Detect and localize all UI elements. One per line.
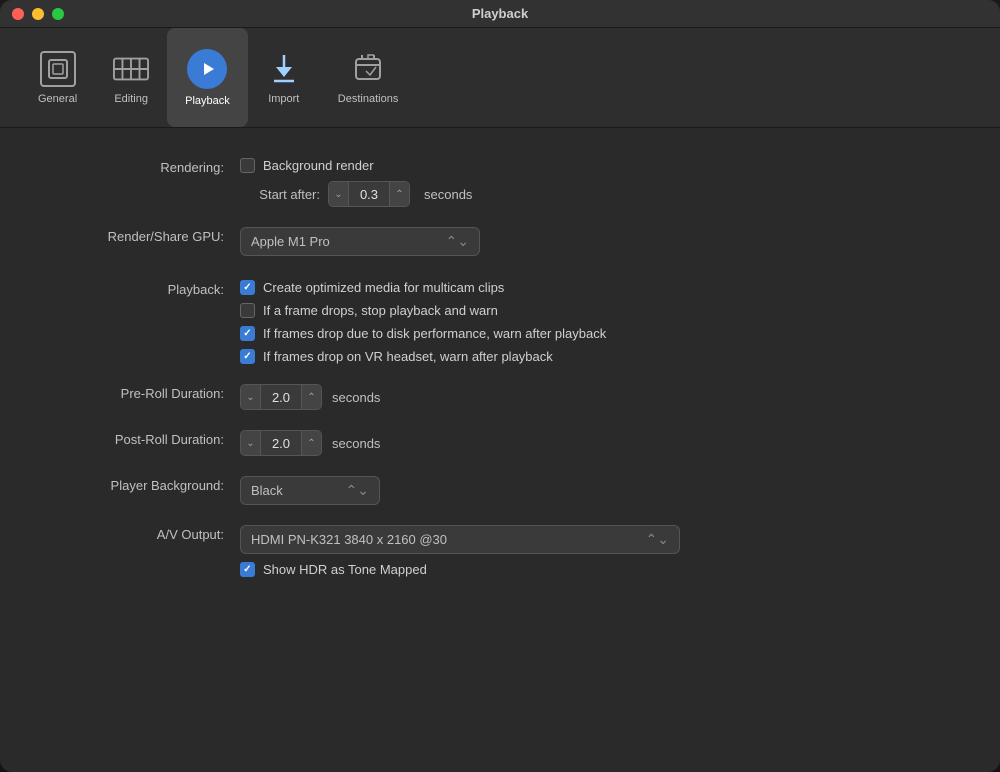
playback-control: Create optimized media for multicam clip… [240, 280, 606, 364]
vr-headset-label: If frames drop on VR headset, warn after… [263, 349, 553, 364]
rendering-seconds-label: seconds [424, 187, 472, 202]
rendering-control: Background render Start after: ⌄ 0.3 ⌃ s… [240, 158, 472, 207]
content-area: Rendering: Background render Start after… [0, 128, 1000, 772]
rendering-row: Rendering: Background render Start after… [40, 158, 960, 207]
post-roll-label: Post-Roll Duration: [40, 430, 240, 447]
import-icon [266, 51, 302, 87]
frame-drop-checkbox[interactable] [240, 303, 255, 318]
toolbar-item-import[interactable]: Import [248, 28, 320, 127]
playback-option-2: If frames drop due to disk performance, … [240, 326, 606, 341]
minimize-button[interactable] [32, 8, 44, 20]
av-output-row: A/V Output: HDMI PN-K321 3840 x 2160 @30… [40, 525, 960, 577]
toolbar-item-editing[interactable]: Editing [95, 28, 167, 127]
playback-icon [187, 49, 227, 89]
background-render-row: Background render [240, 158, 472, 173]
av-output-control: HDMI PN-K321 3840 x 2160 @30 ⌃⌄ Show HDR… [240, 525, 680, 577]
destinations-label: Destinations [338, 93, 399, 105]
import-label: Import [268, 93, 299, 105]
post-roll-row: Post-Roll Duration: ⌄ 2.0 ⌃ seconds [40, 430, 960, 456]
editing-label: Editing [114, 93, 148, 105]
player-background-arrow: ⌃⌄ [346, 482, 369, 499]
pre-roll-stepper-row: ⌄ 2.0 ⌃ seconds [240, 384, 380, 410]
post-roll-stepper[interactable]: ⌄ 2.0 ⌃ [240, 430, 322, 456]
gpu-label: Render/Share GPU: [40, 227, 240, 244]
playback-option-1: If a frame drops, stop playback and warn [240, 303, 606, 318]
playback-row: Playback: Create optimized media for mul… [40, 280, 960, 364]
start-after-row: Start after: ⌄ 0.3 ⌃ seconds [240, 181, 472, 207]
av-output-arrow: ⌃⌄ [646, 531, 669, 548]
toolbar: General Editing Playback [0, 28, 1000, 128]
multicam-label: Create optimized media for multicam clip… [263, 280, 504, 295]
post-roll-stepper-row: ⌄ 2.0 ⌃ seconds [240, 430, 380, 456]
start-after-stepper[interactable]: ⌄ 0.3 ⌃ [328, 181, 410, 207]
pre-roll-down-btn[interactable]: ⌄ [241, 385, 261, 409]
maximize-button[interactable] [52, 8, 64, 20]
playback-option-3: If frames drop on VR headset, warn after… [240, 349, 606, 364]
gpu-dropdown-arrow: ⌃⌄ [446, 233, 469, 250]
editing-icon [113, 51, 149, 87]
pre-roll-seconds: seconds [332, 390, 380, 405]
frame-drop-label: If a frame drops, stop playback and warn [263, 303, 498, 318]
player-background-label: Player Background: [40, 476, 240, 493]
background-render-label: Background render [263, 158, 374, 173]
playback-label: Playback: [40, 280, 240, 297]
post-roll-control: ⌄ 2.0 ⌃ seconds [240, 430, 380, 456]
traffic-lights [12, 8, 64, 20]
destinations-icon [350, 51, 386, 87]
av-output-dropdown[interactable]: HDMI PN-K321 3840 x 2160 @30 ⌃⌄ [240, 525, 680, 554]
av-output-label: A/V Output: [40, 525, 240, 542]
playback-label: Playback [185, 95, 230, 107]
gpu-control: Apple M1 Pro ⌃⌄ [240, 227, 480, 256]
post-roll-seconds: seconds [332, 436, 380, 451]
player-background-dropdown[interactable]: Black ⌃⌄ [240, 476, 380, 505]
vr-headset-checkbox[interactable] [240, 349, 255, 364]
toolbar-item-playback[interactable]: Playback [167, 28, 248, 127]
start-after-label: Start after: [240, 187, 320, 202]
titlebar: Playback [0, 0, 1000, 28]
pre-roll-up-btn[interactable]: ⌃ [301, 385, 321, 409]
general-icon [40, 51, 76, 87]
background-render-checkbox[interactable] [240, 158, 255, 173]
toolbar-item-general[interactable]: General [20, 28, 95, 127]
general-label: General [38, 93, 77, 105]
start-after-value: 0.3 [349, 187, 389, 202]
pre-roll-stepper[interactable]: ⌄ 2.0 ⌃ [240, 384, 322, 410]
start-after-up-btn[interactable]: ⌃ [389, 182, 409, 206]
player-background-control: Black ⌃⌄ [240, 476, 380, 505]
av-output-value: HDMI PN-K321 3840 x 2160 @30 [251, 532, 447, 547]
player-background-value: Black [251, 483, 283, 498]
hdr-label: Show HDR as Tone Mapped [263, 562, 427, 577]
window-title: Playback [472, 6, 528, 21]
multicam-checkbox[interactable] [240, 280, 255, 295]
window: Playback General Edi [0, 0, 1000, 772]
post-roll-up-btn[interactable]: ⌃ [301, 431, 321, 455]
pre-roll-control: ⌄ 2.0 ⌃ seconds [240, 384, 380, 410]
pre-roll-label: Pre-Roll Duration: [40, 384, 240, 401]
player-background-row: Player Background: Black ⌃⌄ [40, 476, 960, 505]
disk-perf-label: If frames drop due to disk performance, … [263, 326, 606, 341]
playback-option-0: Create optimized media for multicam clip… [240, 280, 606, 295]
post-roll-value: 2.0 [261, 436, 301, 451]
close-button[interactable] [12, 8, 24, 20]
disk-perf-checkbox[interactable] [240, 326, 255, 341]
toolbar-item-destinations[interactable]: Destinations [320, 28, 417, 127]
post-roll-down-btn[interactable]: ⌄ [241, 431, 261, 455]
hdr-checkbox[interactable] [240, 562, 255, 577]
rendering-label: Rendering: [40, 158, 240, 175]
hdr-row: Show HDR as Tone Mapped [240, 562, 680, 577]
gpu-dropdown[interactable]: Apple M1 Pro ⌃⌄ [240, 227, 480, 256]
gpu-row: Render/Share GPU: Apple M1 Pro ⌃⌄ [40, 227, 960, 256]
gpu-value: Apple M1 Pro [251, 234, 330, 249]
pre-roll-row: Pre-Roll Duration: ⌄ 2.0 ⌃ seconds [40, 384, 960, 410]
pre-roll-value: 2.0 [261, 390, 301, 405]
start-after-down-btn[interactable]: ⌄ [329, 182, 349, 206]
